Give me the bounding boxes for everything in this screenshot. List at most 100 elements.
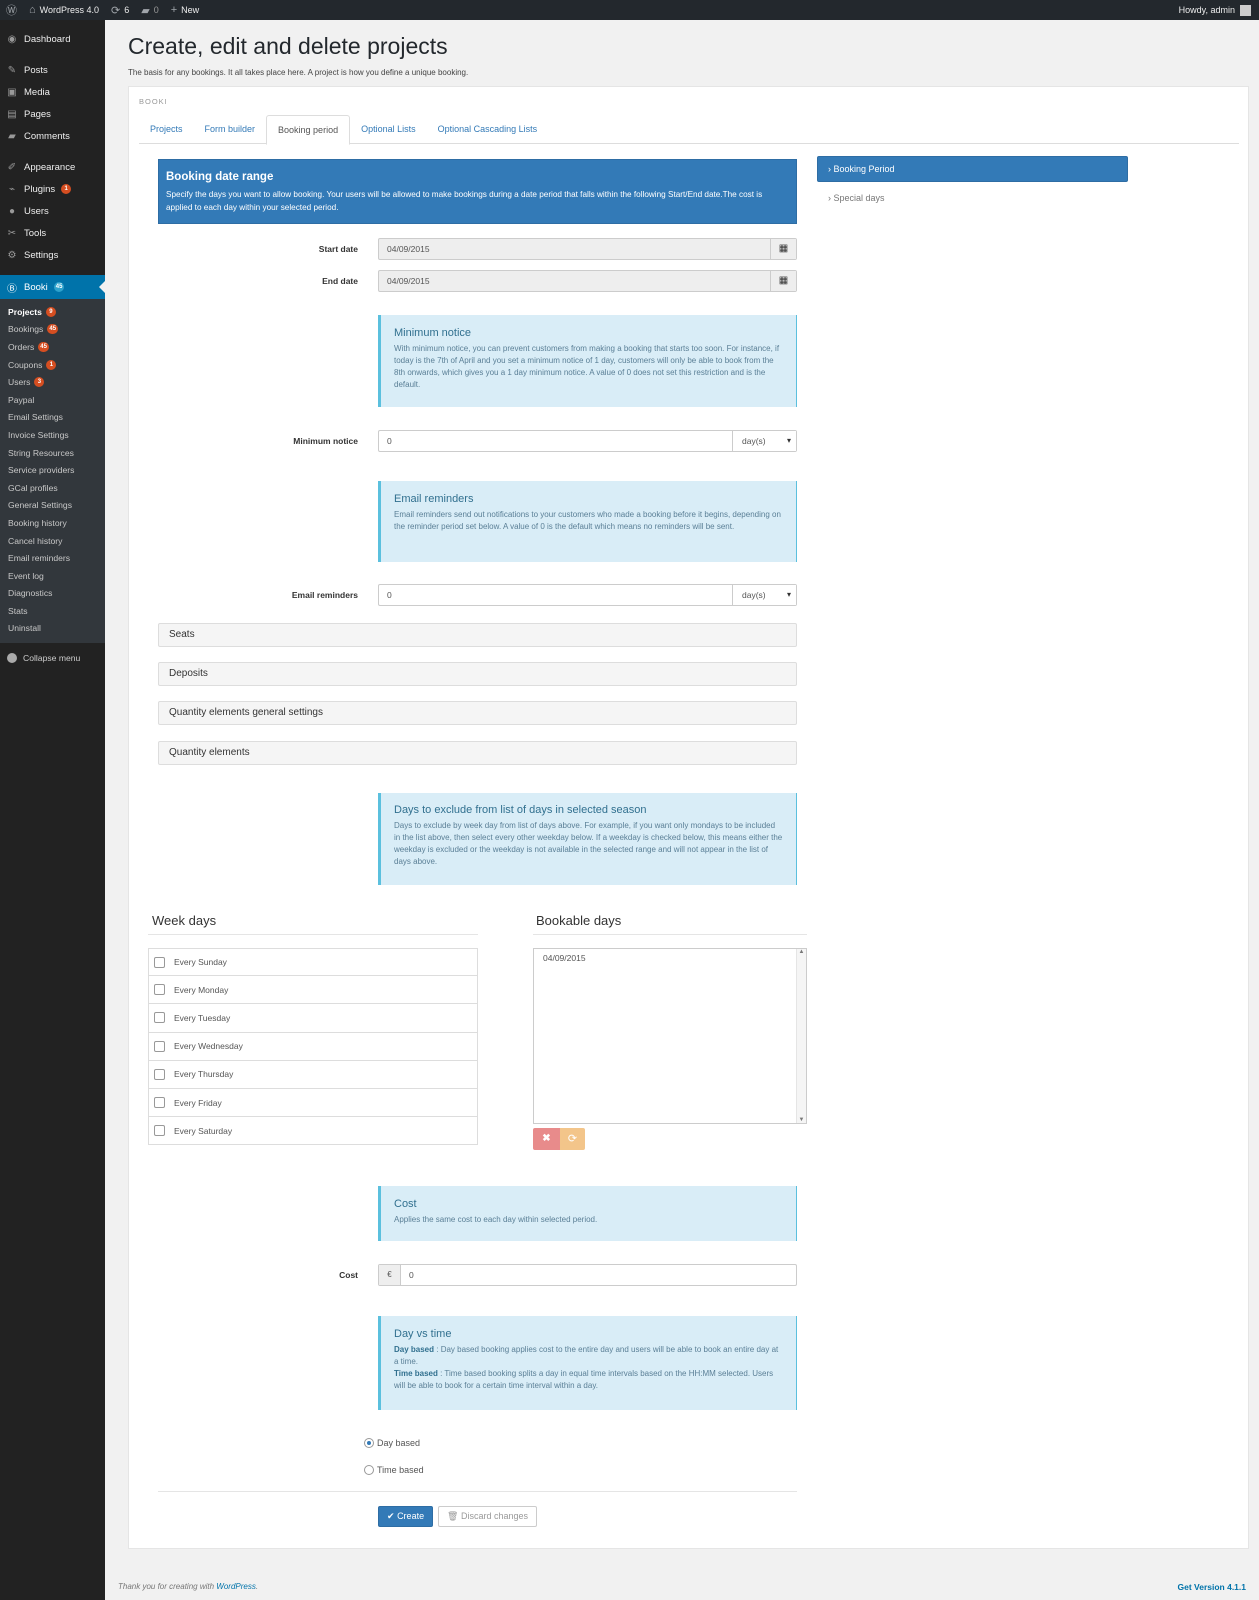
end-date-input[interactable]: 04/09/2015 ▦	[378, 270, 797, 292]
exclude-days-info: Days to exclude from list of days in sel…	[378, 793, 797, 885]
menu-media[interactable]: ▣ Media	[0, 81, 105, 103]
checkbox[interactable]	[154, 1068, 165, 1080]
tab-optional-lists[interactable]: Optional Lists	[350, 115, 427, 144]
radio-time-based[interactable]: Time based	[364, 1465, 424, 1475]
list-item[interactable]: Every Sunday	[148, 948, 478, 977]
checkbox[interactable]	[154, 984, 165, 996]
email-reminders-input[interactable]: 0 day(s)	[378, 584, 797, 606]
menu-dashboard[interactable]: ◉ Dashboard	[0, 28, 105, 50]
menu-plugins[interactable]: ⌁ Plugins 1	[0, 178, 105, 200]
menu-posts[interactable]: ✎ Posts	[0, 59, 105, 81]
accordion-quantity-general[interactable]: Quantity elements general settings	[158, 701, 797, 725]
admin-bar: Ⓦ ⌂ WordPress 4.0 ⟳ 6 ▰ 0 + New Howdy, admin	[0, 0, 1259, 20]
bookable-day-option[interactable]: 04/09/2015	[534, 949, 806, 967]
submenu-stats[interactable]: Stats	[0, 602, 105, 620]
submenu-invoice-settings[interactable]: Invoice Settings	[0, 426, 105, 444]
menu-users[interactable]: ● Users	[0, 200, 105, 222]
accordion-deposits[interactable]: Deposits	[158, 662, 797, 686]
side-nav-booking-period[interactable]: › Booking Period	[817, 156, 1128, 182]
cost-input[interactable]: € 0	[378, 1264, 797, 1286]
scroll-up-icon[interactable]: ▲	[797, 949, 806, 955]
tab-booking-period[interactable]: Booking period	[266, 115, 351, 145]
new-content-link[interactable]: + New	[165, 0, 205, 20]
submenu-orders[interactable]: Orders 45	[0, 338, 105, 356]
side-nav-special-days[interactable]: › Special days	[828, 193, 885, 203]
remove-day-button[interactable]: ✖	[533, 1128, 560, 1150]
minimum-notice-value: 0	[387, 436, 392, 446]
menu-label: Comments	[24, 130, 70, 142]
tab-form-builder[interactable]: Form builder	[194, 115, 267, 144]
chevron-right-icon: ›	[828, 164, 831, 174]
scroll-down-icon[interactable]: ▼	[797, 1117, 806, 1123]
list-item[interactable]: Every Monday	[148, 976, 478, 1005]
calendar-icon[interactable]: ▦	[770, 239, 796, 259]
comments-link[interactable]: ▰ 0	[135, 0, 164, 20]
menu-pages[interactable]: ▤ Pages	[0, 103, 105, 125]
checkbox[interactable]	[154, 956, 165, 968]
updates-link[interactable]: ⟳ 6	[105, 0, 135, 20]
menu-comments[interactable]: ▰ Comments	[0, 125, 105, 147]
submenu-paypal[interactable]: Paypal	[0, 391, 105, 409]
calendar-icon[interactable]: ▦	[770, 271, 796, 291]
wordpress-link[interactable]: WordPress	[216, 1582, 256, 1591]
list-item[interactable]: Every Wednesday	[148, 1032, 478, 1061]
accordion-seats[interactable]: Seats	[158, 623, 797, 647]
submenu-users[interactable]: Users 3	[0, 373, 105, 391]
wp-logo-button[interactable]: Ⓦ	[0, 0, 23, 20]
site-name-link[interactable]: ⌂ WordPress 4.0	[23, 0, 105, 20]
email-reminders-unit-select[interactable]: day(s)	[732, 585, 796, 605]
minimum-notice-input[interactable]: 0 day(s)	[378, 430, 797, 452]
submenu-email-settings[interactable]: Email Settings	[0, 409, 105, 427]
collapse-menu-button[interactable]: Collapse menu	[0, 643, 105, 664]
my-account-link[interactable]: Howdy, admin	[1179, 4, 1259, 16]
accordion-quantity-elements[interactable]: Quantity elements	[158, 741, 797, 765]
side-nav-label: Special days	[833, 193, 885, 203]
menu-booki[interactable]: Ⓑ Booki 45	[0, 275, 105, 299]
submenu-cancel-history[interactable]: Cancel history	[0, 532, 105, 550]
menu-appearance[interactable]: ✐ Appearance	[0, 156, 105, 178]
tab-optional-cascading-lists[interactable]: Optional Cascading Lists	[427, 115, 549, 144]
reset-days-button[interactable]: ⟳	[560, 1128, 585, 1150]
discard-changes-button[interactable]: 🗑 Discard changes	[438, 1506, 537, 1527]
submenu-badge: 45	[47, 324, 59, 335]
submenu-booking-history[interactable]: Booking history	[0, 514, 105, 532]
create-button[interactable]: ✔ Create	[378, 1506, 434, 1527]
checkbox[interactable]	[154, 1125, 165, 1137]
radio-day-based[interactable]: Day based	[364, 1438, 420, 1448]
submenu-gcal-profiles[interactable]: GCal profiles	[0, 479, 105, 497]
weekday-label: Every Thursday	[174, 1069, 234, 1080]
submenu-projects[interactable]: Projects 9	[0, 303, 105, 321]
submenu-string-resources[interactable]: String Resources	[0, 444, 105, 462]
submenu-service-providers[interactable]: Service providers	[0, 461, 105, 479]
submenu-general-settings[interactable]: General Settings	[0, 497, 105, 515]
get-version-link[interactable]: Get Version 4.1.1	[1177, 1582, 1246, 1592]
booki-badge: 45	[53, 282, 65, 292]
start-date-input[interactable]: 04/09/2015 ▦	[378, 238, 797, 260]
bookable-days-listbox[interactable]: 04/09/2015 ▲ ▼	[533, 948, 807, 1124]
radio-button[interactable]	[364, 1465, 374, 1475]
menu-tools[interactable]: ✂ Tools	[0, 222, 105, 244]
checkbox[interactable]	[154, 1097, 165, 1109]
list-item[interactable]: Every Tuesday	[148, 1004, 478, 1033]
menu-label: Dashboard	[24, 33, 71, 45]
menu-label: Settings	[24, 249, 59, 261]
comments-count: 0	[153, 5, 159, 15]
list-item[interactable]: Every Saturday	[148, 1117, 478, 1146]
list-item[interactable]: Every Friday	[148, 1088, 478, 1118]
list-item[interactable]: Every Thursday	[148, 1060, 478, 1089]
minimum-notice-unit-select[interactable]: day(s)	[732, 431, 796, 451]
submenu-event-log[interactable]: Event log	[0, 567, 105, 585]
submenu-bookings[interactable]: Bookings 45	[0, 321, 105, 339]
submenu-coupons[interactable]: Coupons 1	[0, 356, 105, 374]
tab-projects[interactable]: Projects	[139, 115, 194, 144]
submenu-uninstall[interactable]: Uninstall	[0, 620, 105, 638]
submenu-diagnostics[interactable]: Diagnostics	[0, 585, 105, 603]
checkbox[interactable]	[154, 1012, 165, 1024]
submenu-email-reminders[interactable]: Email reminders	[0, 549, 105, 567]
checkbox[interactable]	[154, 1040, 165, 1052]
footer-thanks-end: .	[255, 1582, 259, 1591]
submenu-label: Diagnostics	[8, 588, 53, 599]
radio-button[interactable]	[364, 1438, 374, 1448]
menu-settings[interactable]: ⚙ Settings	[0, 244, 105, 266]
scrollbar[interactable]: ▲ ▼	[796, 949, 806, 1123]
